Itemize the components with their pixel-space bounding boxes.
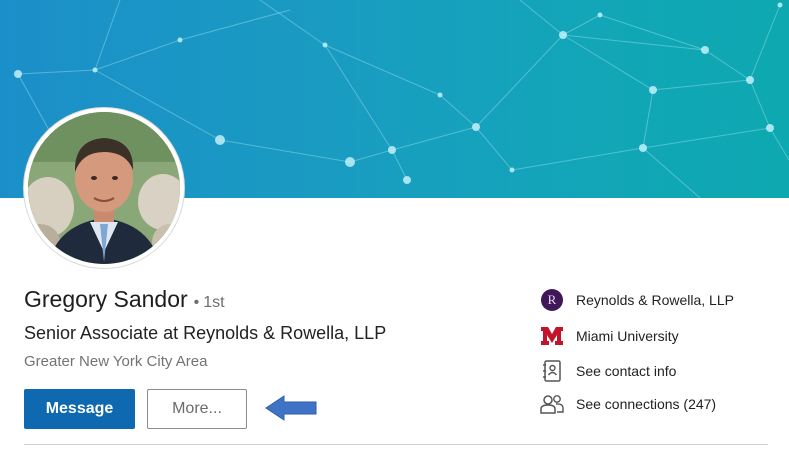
message-button[interactable]: Message [24,389,135,429]
sidebar-item-contact-info[interactable]: See contact info [540,359,676,383]
connections-link: See connections (247) [576,396,717,412]
profile-name: Gregory Sandor [24,286,188,312]
profile-photo-image [28,112,180,264]
university-logo-icon [540,324,564,348]
company-logo-icon: R [540,288,564,312]
company-label: Reynolds & Rowella, LLP [576,292,734,308]
company-logo-letter: R [541,289,563,311]
name-line: Gregory Sandor • 1st [24,286,225,313]
degree-separator: • [193,294,200,311]
connection-degree: • 1st [194,294,225,312]
profile-location: Greater New York City Area [24,353,208,370]
education-label: Miami University [576,328,679,344]
degree-label: 1st [203,294,225,311]
sidebar-item-connections[interactable]: See connections (247) [540,392,716,416]
profile-headline: Senior Associate at Reynolds & Rowella, … [24,323,387,343]
section-divider [24,444,768,445]
sidebar-item-company[interactable]: R Reynolds & Rowella, LLP [540,288,734,312]
people-icon [540,392,564,416]
sidebar-item-education[interactable]: Miami University [540,324,679,348]
profile-photo[interactable] [24,108,184,268]
contact-card-icon [540,359,564,383]
arrow-left-icon [265,395,317,421]
more-button[interactable]: More... [147,389,247,429]
contact-info-link: See contact info [576,363,677,379]
